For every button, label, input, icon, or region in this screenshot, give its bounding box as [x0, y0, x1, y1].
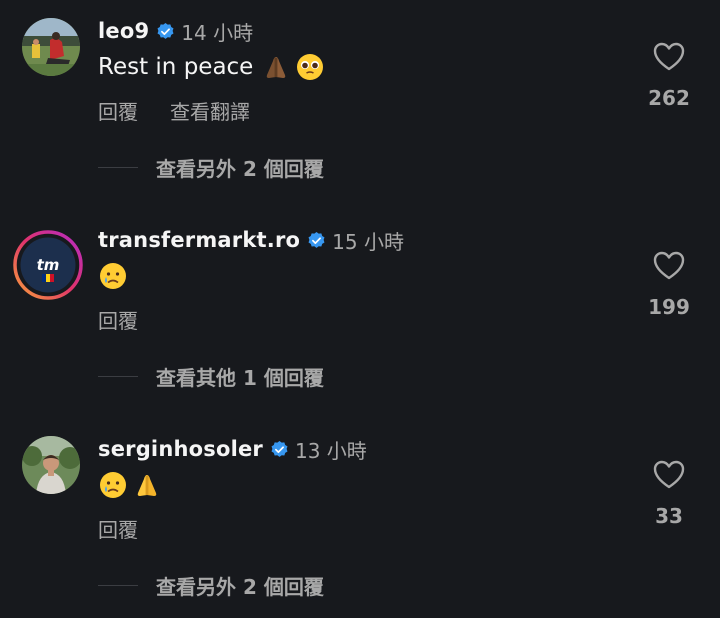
avatar[interactable]: tm [13, 230, 83, 300]
avatar[interactable] [22, 18, 80, 76]
username[interactable]: transfermarkt.ro [98, 228, 300, 252]
crying-face-emoji-icon [98, 470, 128, 500]
timestamp: 14 小時 [181, 20, 254, 45]
reply-button[interactable]: 回覆 [98, 305, 138, 334]
timestamp: 13 小時 [294, 438, 367, 463]
reply-button[interactable]: 回覆 [98, 96, 138, 125]
comment-text-content: Rest in peace [98, 54, 254, 80]
view-replies-label[interactable]: 查看另外 2 個回覆 [156, 153, 324, 182]
folded-hands-emoji-icon [261, 52, 291, 82]
view-replies-label[interactable]: 查看另外 2 個回覆 [156, 571, 324, 600]
heart-icon[interactable] [653, 251, 685, 281]
comment-text [98, 259, 128, 293]
comment-text: Rest in peace [98, 50, 325, 84]
see-translation-button[interactable]: 查看翻譯 [170, 96, 250, 125]
username[interactable]: serginhosoler [98, 437, 263, 461]
replies-divider [98, 375, 138, 377]
view-replies[interactable]: 查看另外 2 個回覆 [98, 152, 324, 182]
view-replies[interactable]: 查看另外 2 個回覆 [98, 570, 324, 600]
view-replies-label[interactable]: 查看其他 1 個回覆 [156, 362, 324, 391]
like-control: 262 [640, 42, 698, 110]
pleading-face-emoji-icon [295, 52, 325, 82]
verified-badge-icon [307, 231, 326, 250]
comment-text [98, 468, 162, 502]
replies-divider [98, 166, 138, 168]
heart-icon[interactable] [653, 42, 685, 72]
reply-button[interactable]: 回覆 [98, 514, 138, 543]
replies-divider [98, 584, 138, 586]
comment-actions: 回覆 查看翻譯 [98, 95, 250, 125]
crying-face-emoji-icon [98, 261, 128, 291]
avatar[interactable] [22, 436, 80, 494]
like-control: 199 [640, 251, 698, 319]
comment-header: leo9 14 小時 [98, 16, 253, 46]
username[interactable]: leo9 [98, 19, 149, 43]
folded-hands-emoji-icon [132, 470, 162, 500]
comment-header: transfermarkt.ro 15 小時 [98, 225, 404, 255]
like-control: 33 [640, 460, 698, 528]
like-count: 33 [655, 504, 683, 528]
like-count: 262 [648, 86, 690, 110]
comment-actions: 回覆 [98, 304, 138, 334]
like-count: 199 [648, 295, 690, 319]
comment-actions: 回覆 [98, 513, 138, 543]
verified-badge-icon [156, 22, 175, 41]
heart-icon[interactable] [653, 460, 685, 490]
view-replies[interactable]: 查看其他 1 個回覆 [98, 361, 324, 391]
comment-header: serginhosoler 13 小時 [98, 434, 367, 464]
timestamp: 15 小時 [332, 229, 404, 254]
verified-badge-icon [270, 440, 289, 459]
avatar-logo-text: tm [37, 256, 60, 274]
